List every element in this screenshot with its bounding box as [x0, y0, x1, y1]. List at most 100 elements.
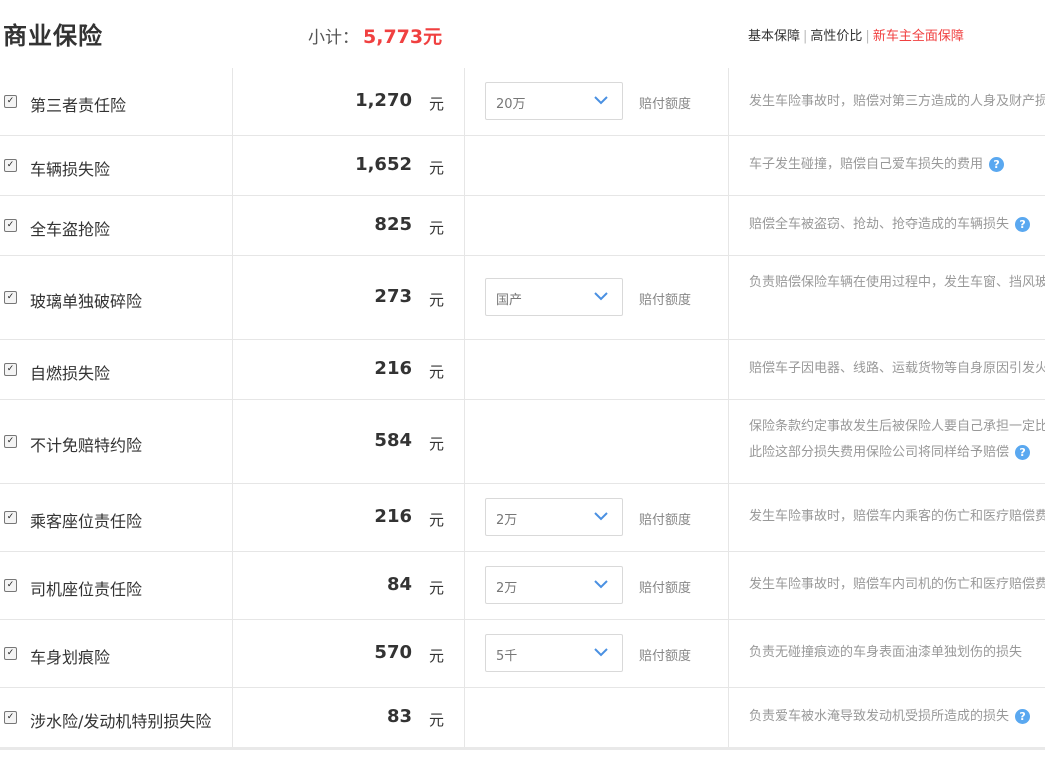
- table-row: ✓ 乘客座位责任险 216 元 2万 赔付额度 发生车险事故时，赔偿车内乘客的伤…: [0, 483, 1045, 552]
- name-cell: ✓ 乘客座位责任险: [0, 483, 233, 551]
- insurance-name: 涉水险/发动机特别损失险: [30, 712, 212, 731]
- plan-basic-link[interactable]: 基本保障: [748, 29, 800, 44]
- option-cell: [465, 195, 729, 255]
- subtotal-amount: 5,773元: [363, 26, 443, 48]
- table-row: ✓ 涉水险/发动机特别损失险 83 元 负责爱车被水淹导致发动机受损所造成的损失…: [0, 687, 1045, 748]
- row-checkbox[interactable]: ✓: [4, 95, 17, 108]
- row-checkbox[interactable]: ✓: [4, 363, 17, 376]
- row-checkbox[interactable]: ✓: [4, 159, 17, 172]
- option-cell: 国产 赔付额度: [465, 255, 729, 339]
- option-cell: 20万 赔付额度: [465, 68, 729, 135]
- premium-value: 216: [374, 506, 412, 527]
- subtotal: 小计： 5,773元: [308, 22, 442, 49]
- description-cell: 保险条款约定事故发生后被保险人要自己承担一定比例损失， 此险这部分损失费用保险公…: [729, 399, 1045, 483]
- coverage-select[interactable]: 5千: [485, 634, 623, 672]
- price-cell: 1,652 元: [233, 135, 465, 195]
- option-cell: 2万 赔付额度: [465, 551, 729, 619]
- premium-value: 1,652: [355, 154, 412, 175]
- row-checkbox[interactable]: ✓: [4, 291, 17, 304]
- description-cell: 赔偿全车被盗窃、抢劫、抢夺造成的车辆损失?: [729, 195, 1045, 255]
- option-label: 赔付额度: [639, 649, 692, 664]
- option-cell: 5千 赔付额度: [465, 619, 729, 687]
- currency-unit: 元: [428, 711, 444, 729]
- select-value: 2万: [496, 581, 518, 596]
- help-icon[interactable]: ?: [989, 157, 1005, 172]
- name-cell: ✓ 车辆损失险: [0, 135, 233, 195]
- description-text-line2: 此险这部分损失费用保险公司将同样给予赔偿?: [749, 440, 1031, 466]
- price-cell: 1,270 元: [233, 68, 465, 135]
- price-cell: 584 元: [233, 399, 465, 483]
- name-cell: ✓ 玻璃单独破碎险: [0, 255, 233, 339]
- help-icon[interactable]: ?: [1015, 445, 1031, 460]
- description-cell: 发生车险事故时，赔偿对第三方造成的人身及财产损失: [729, 68, 1045, 135]
- name-cell: ✓ 司机座位责任险: [0, 551, 233, 619]
- price-cell: 216 元: [233, 483, 465, 551]
- select-value: 5千: [496, 649, 518, 664]
- header: 商业保险 小计： 5,773元 基本保障 | 高性价比 | 新车主全面保障: [0, 0, 1045, 68]
- row-checkbox[interactable]: ✓: [4, 647, 17, 660]
- premium-value: 273: [374, 286, 412, 307]
- description-text: 保险条款约定事故发生后被保险人要自己承担一定比例损失，: [749, 419, 1045, 434]
- name-cell: ✓ 车身划痕险: [0, 619, 233, 687]
- description-cell: 赔偿车子因电器、线路、运载货物等自身原因引发火灾: [729, 339, 1045, 399]
- table-row: ✓ 司机座位责任险 84 元 2万 赔付额度 发生车险事故时，赔偿车内司机的伤亡…: [0, 551, 1045, 620]
- option-cell: [465, 687, 729, 747]
- currency-unit: 元: [428, 579, 444, 597]
- row-checkbox[interactable]: ✓: [4, 711, 17, 724]
- name-cell: ✓ 第三者责任险: [0, 68, 233, 135]
- chevron-down-icon: [594, 292, 608, 301]
- description-text: 赔偿全车被盗窃、抢劫、抢夺造成的车辆损失?: [749, 212, 1031, 238]
- insurance-name: 乘客座位责任险: [30, 512, 143, 531]
- chevron-down-icon: [594, 96, 608, 105]
- premium-value: 570: [374, 642, 412, 663]
- currency-unit: 元: [428, 435, 444, 453]
- description-text: 负责无碰撞痕迹的车身表面油漆单独划伤的损失: [749, 645, 1023, 660]
- table-row: ✓ 车身划痕险 570 元 5千 赔付额度 负责无碰撞痕迹的车身表面油漆单独划伤…: [0, 619, 1045, 688]
- insurance-name: 全车盗抢险: [30, 220, 111, 239]
- insurance-name: 第三者责任险: [30, 96, 127, 115]
- table-bottom-border: [0, 747, 1045, 750]
- price-cell: 84 元: [233, 551, 465, 619]
- price-cell: 825 元: [233, 195, 465, 255]
- description-cell: 负责无碰撞痕迹的车身表面油漆单独划伤的损失: [729, 619, 1045, 687]
- option-label: 赔付额度: [639, 581, 692, 596]
- price-cell: 216 元: [233, 339, 465, 399]
- table-row: ✓ 第三者责任险 1,270 元 20万 赔付额度 发生车险事故时，赔偿对第三方…: [0, 68, 1045, 136]
- coverage-select[interactable]: 2万: [485, 566, 623, 604]
- plan-new-owner-link[interactable]: 新车主全面保障: [873, 29, 964, 44]
- plan-links: 基本保障 | 高性价比 | 新车主全面保障: [748, 29, 964, 44]
- currency-unit: 元: [428, 95, 444, 113]
- description-text: 负责爱车被水淹导致发动机受损所造成的损失?: [749, 704, 1031, 730]
- row-checkbox[interactable]: ✓: [4, 219, 17, 232]
- plan-value-link[interactable]: 高性价比: [810, 29, 862, 44]
- select-value: 国产: [496, 293, 523, 308]
- price-cell: 273 元: [233, 255, 465, 339]
- premium-value: 83: [386, 706, 412, 727]
- coverage-select[interactable]: 国产: [485, 278, 623, 316]
- row-checkbox[interactable]: ✓: [4, 579, 17, 592]
- page-title: 商业保险: [3, 22, 103, 50]
- name-cell: ✓ 涉水险/发动机特别损失险: [0, 687, 233, 747]
- table-row: ✓ 自燃损失险 216 元 赔偿车子因电器、线路、运载货物等自身原因引发火灾: [0, 339, 1045, 400]
- help-icon[interactable]: ?: [1015, 217, 1031, 232]
- insurance-name: 自燃损失险: [30, 364, 111, 383]
- description-text: 负责赔偿保险车辆在使用过程中，发生车窗、挡风玻璃单独破碎: [749, 275, 1045, 290]
- option-cell: [465, 339, 729, 399]
- row-checkbox[interactable]: ✓: [4, 435, 17, 448]
- name-cell: ✓ 不计免赔特约险: [0, 399, 233, 483]
- description-cell: 车子发生碰撞，赔偿自己爱车损失的费用?: [729, 135, 1045, 195]
- subtotal-label: 小计：: [308, 28, 359, 48]
- insurance-name: 司机座位责任险: [30, 580, 143, 599]
- premium-value: 216: [374, 358, 412, 379]
- insurance-name: 玻璃单独破碎险: [30, 292, 143, 311]
- coverage-select[interactable]: 2万: [485, 498, 623, 536]
- currency-unit: 元: [428, 363, 444, 381]
- option-cell: [465, 135, 729, 195]
- coverage-select[interactable]: 20万: [485, 82, 623, 120]
- help-icon[interactable]: ?: [1015, 709, 1031, 724]
- currency-unit: 元: [428, 219, 444, 237]
- currency-unit: 元: [428, 291, 444, 309]
- premium-value: 1,270: [355, 90, 412, 111]
- row-checkbox[interactable]: ✓: [4, 511, 17, 524]
- table-row: ✓ 不计免赔特约险 584 元 保险条款约定事故发生后被保险人要自己承担一定比例…: [0, 399, 1045, 484]
